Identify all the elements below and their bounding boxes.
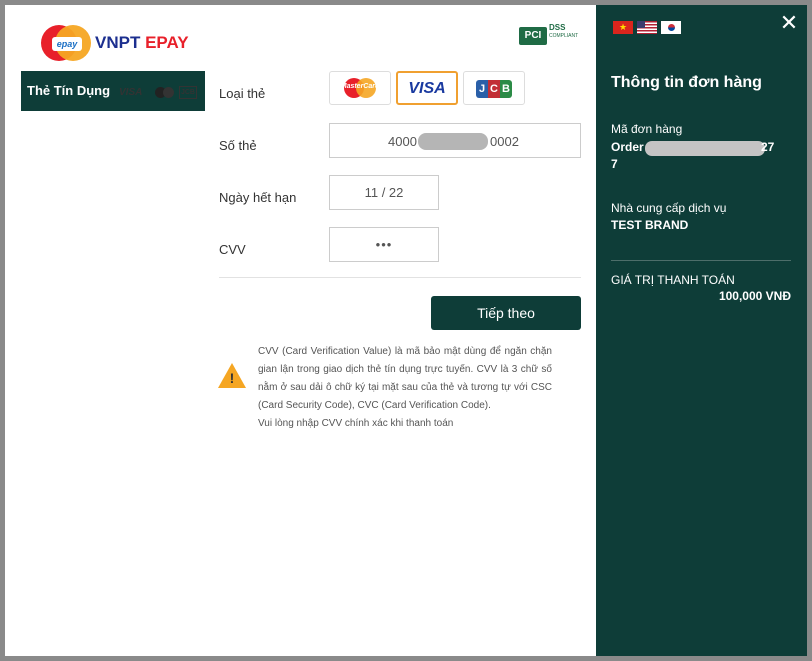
provider-label: Nhà cung cấp dịch vụ: [611, 201, 727, 215]
panel-divider: [611, 260, 791, 261]
vietnam-flag-icon[interactable]: ★: [613, 21, 633, 34]
logo-tag: epay: [52, 37, 82, 51]
card-number-input[interactable]: 4000 0002: [329, 123, 581, 158]
mastercard-logo: MasterCard: [340, 83, 380, 90]
card-type-label: Loại thẻ: [219, 86, 266, 101]
total-label: GIÁ TRỊ THANH TOÁN: [611, 273, 735, 287]
payment-method-label: Thẻ Tín Dụng: [27, 83, 111, 98]
cvv-label: CVV: [219, 242, 246, 257]
order-id-redaction: [645, 141, 765, 156]
order-id-label: Mã đơn hàng: [611, 122, 683, 136]
jcb-logo: JCB: [476, 80, 512, 98]
korea-flag-icon[interactable]: [661, 21, 681, 34]
expiry-input[interactable]: 11 / 22: [329, 175, 439, 210]
jcb-mini-icon: JCB: [179, 86, 197, 99]
visa-mini-icon: VISA: [119, 87, 143, 98]
mastercard-mini-icon: [155, 87, 175, 98]
card-number-label: Số thẻ: [219, 138, 257, 153]
order-info-title: Thông tin đơn hàng: [611, 74, 762, 91]
card-number-start: 4000: [388, 134, 417, 149]
card-number-end: 0002: [490, 134, 519, 149]
visa-logo: VISA: [408, 80, 446, 97]
order-id-value: Order 27 7: [611, 140, 775, 171]
pci-dss-badge: PCI DSS COMPLIANT: [519, 23, 579, 45]
order-info-panel: ★ ✕ Thông tin đơn hàng Mã đơn hàng Order…: [596, 5, 807, 656]
us-flag-icon[interactable]: [637, 21, 657, 34]
provider-value: TEST BRAND: [611, 218, 689, 232]
cvv-info-note: CVV (Card Verification Value) là mã bảo …: [258, 343, 552, 433]
payment-method-tab-credit-card[interactable]: Thẻ Tín Dụng VISA JCB: [21, 71, 205, 111]
compliant-text: COMPLIANT: [549, 33, 579, 39]
expiry-label: Ngày hết hạn: [219, 190, 297, 205]
card-option-mastercard[interactable]: MasterCard: [329, 71, 391, 105]
pci-text: PCI: [519, 27, 547, 45]
dss-text: DSS: [549, 23, 566, 32]
cvv-note-text: CVV (Card Verification Value) là mã bảo …: [258, 346, 552, 411]
payment-dialog: epay VNPT EPAY PCI DSS COMPLIANT Thẻ Tín…: [5, 5, 807, 656]
card-number-redaction: [418, 133, 488, 150]
vnpt-epay-logo: epay VNPT EPAY: [41, 23, 191, 63]
card-option-visa[interactable]: VISA: [396, 71, 458, 105]
form-divider: [219, 277, 581, 278]
cvv-input[interactable]: •••: [329, 227, 439, 262]
card-option-jcb[interactable]: JCB: [463, 71, 525, 105]
total-value: 100,000 VNĐ: [718, 289, 791, 303]
warning-icon: !: [218, 363, 246, 389]
close-icon[interactable]: ✕: [778, 12, 800, 35]
logo-brand: VNPT EPAY: [95, 33, 189, 52]
cvv-note-instruction: Vui lòng nhập CVV chính xác khi thanh to…: [258, 418, 454, 429]
next-button[interactable]: Tiếp theo: [431, 296, 581, 330]
